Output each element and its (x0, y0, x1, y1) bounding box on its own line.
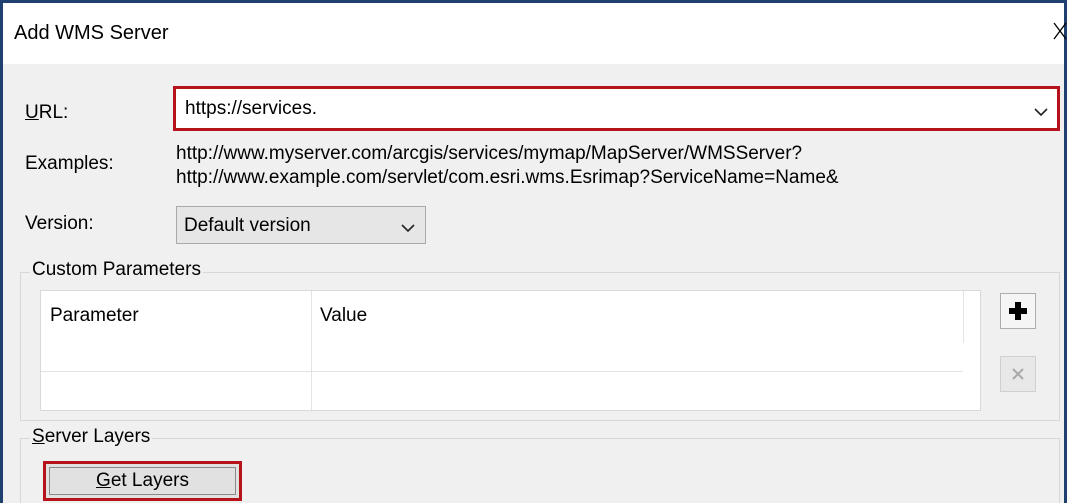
chevron-down-icon (401, 224, 415, 233)
plus-icon (1009, 302, 1027, 320)
get-layers-label: Get Layers (96, 470, 189, 491)
examples-label: Examples: (25, 153, 114, 174)
close-icon (1053, 22, 1067, 40)
server-layers-legend: Server Layers (30, 426, 153, 448)
version-label: Version: (25, 213, 94, 234)
url-combobox[interactable]: https://services. (173, 86, 1060, 131)
example-url-1: http://www.myserver.com/arcgis/services/… (176, 143, 803, 164)
chevron-down-icon (1034, 108, 1048, 117)
table-row[interactable] (41, 343, 963, 371)
url-input[interactable]: https://services. (185, 98, 317, 120)
version-dropdown-button[interactable] (400, 218, 416, 240)
x-icon (1012, 368, 1024, 380)
column-divider (963, 291, 964, 343)
delete-parameter-button[interactable] (1000, 356, 1036, 392)
add-parameter-button[interactable] (1000, 293, 1036, 329)
version-select[interactable]: Default version (176, 206, 426, 244)
dialog-title: Add WMS Server (14, 22, 169, 44)
title-bar[interactable]: Add WMS Server (3, 3, 1067, 64)
get-layers-button[interactable]: Get Layers (43, 461, 242, 501)
custom-parameters-table[interactable]: Parameter Value (40, 290, 981, 412)
custom-parameters-legend: Custom Parameters (30, 259, 203, 281)
close-button[interactable] (1050, 17, 1067, 45)
example-url-2: http://www.example.com/servlet/com.esri.… (176, 167, 839, 188)
column-header-parameter[interactable]: Parameter (41, 291, 311, 343)
table-row[interactable] (41, 372, 963, 410)
version-selected-value: Default version (184, 215, 311, 236)
url-label: URL: (25, 102, 69, 123)
column-header-value[interactable]: Value (311, 291, 963, 343)
url-dropdown-button[interactable] (1033, 102, 1049, 124)
add-wms-server-dialog: Add WMS Server URL: https://services. Ex… (0, 0, 1067, 503)
